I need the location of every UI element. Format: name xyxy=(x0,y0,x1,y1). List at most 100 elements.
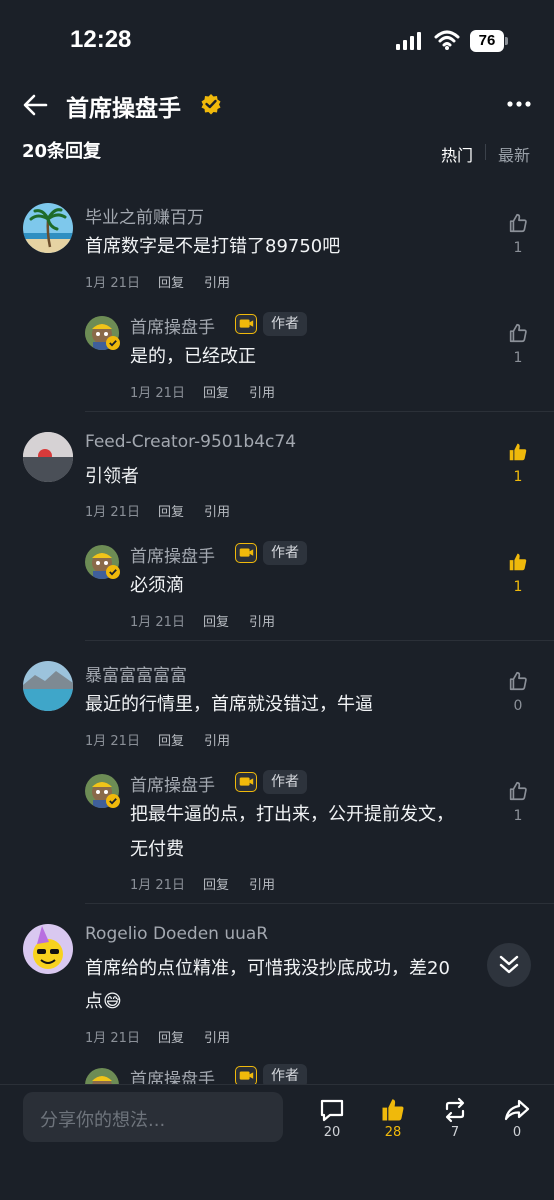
verified-small-icon xyxy=(106,565,120,579)
like-count: 1 xyxy=(513,808,523,824)
quote-button[interactable]: 引用 xyxy=(204,505,230,520)
repost-icon[interactable] xyxy=(441,1096,469,1124)
verified-badge-icon xyxy=(201,94,221,115)
thumbs-up-icon[interactable] xyxy=(507,670,529,692)
wifi-icon xyxy=(434,30,460,50)
reply-text-line-2: 无付费 xyxy=(130,839,184,860)
comment-date: 1月 21日 xyxy=(85,734,140,749)
reply-button[interactable]: 回复 xyxy=(203,386,229,401)
reply-meta: 1月 21日 回复 引用 xyxy=(130,382,275,401)
like-count: 1 xyxy=(513,350,523,366)
like-count: 1 xyxy=(513,240,523,256)
like-count: 1 xyxy=(513,469,523,485)
reply-button[interactable]: 回复 xyxy=(203,878,229,893)
double-chevron-down-icon xyxy=(499,955,519,974)
author-tag: 作者 xyxy=(263,312,307,336)
thumbs-up-filled-icon[interactable] xyxy=(507,551,529,573)
comment-username[interactable]: 暴富富富富富 xyxy=(85,661,187,686)
comment-input[interactable]: 分享你的想法... xyxy=(23,1092,283,1142)
comment-icon[interactable] xyxy=(318,1096,346,1124)
share-count: 0 xyxy=(512,1125,522,1140)
avatar-palm-beach-image xyxy=(23,203,73,253)
avatar-lake-image xyxy=(23,661,73,711)
more-options-icon[interactable] xyxy=(506,100,532,108)
comment-count: 20 xyxy=(323,1125,341,1140)
cellular-signal-icon xyxy=(396,32,421,50)
author-tag: 作者 xyxy=(263,541,307,565)
reply-button[interactable]: 回复 xyxy=(158,1031,184,1046)
back-arrow-icon[interactable] xyxy=(22,92,48,118)
comment-text: 引领者 xyxy=(85,466,139,487)
verified-small-icon xyxy=(106,794,120,808)
avatar[interactable] xyxy=(23,432,73,482)
scroll-down-button[interactable] xyxy=(487,943,531,987)
comment-text-line-2: 点😅 xyxy=(85,991,122,1012)
comment-divider xyxy=(85,903,554,904)
comment-divider xyxy=(85,640,554,641)
comment-username[interactable]: 毕业之前赚百万 xyxy=(85,203,204,228)
reply-button[interactable]: 回复 xyxy=(158,276,184,291)
reply-date: 1月 21日 xyxy=(130,615,185,630)
quote-button[interactable]: 引用 xyxy=(249,878,275,893)
comment-meta: 1月 21日 回复 引用 xyxy=(85,1027,230,1046)
battery-indicator: 76 xyxy=(470,30,508,52)
like-count: 1 xyxy=(513,579,523,595)
avatar[interactable] xyxy=(23,661,73,711)
quote-button[interactable]: 引用 xyxy=(204,1031,230,1046)
comment-date: 1月 21日 xyxy=(85,276,140,291)
comment-divider xyxy=(85,411,554,412)
reply-text: 是的，已经改正 xyxy=(130,346,256,367)
comment-meta: 1月 21日 回复 引用 xyxy=(85,730,230,749)
author-tag: 作者 xyxy=(263,770,307,794)
quote-button[interactable]: 引用 xyxy=(204,734,230,749)
reply-text-line-1: 把最牛逼的点，打出来，公开提前发文， xyxy=(130,804,454,825)
reply-date: 1月 21日 xyxy=(130,878,185,893)
reply-username[interactable]: 首席操盘手 xyxy=(130,771,215,796)
avatar-party-smiley-image xyxy=(23,924,73,974)
like-total-count: 28 xyxy=(384,1125,402,1140)
share-icon[interactable] xyxy=(503,1096,531,1124)
reply-meta: 1月 21日 回复 引用 xyxy=(130,611,275,630)
thumbs-up-filled-icon[interactable] xyxy=(379,1096,407,1124)
quote-button[interactable]: 引用 xyxy=(249,615,275,630)
thumbs-up-icon[interactable] xyxy=(507,322,529,344)
status-time: 12:28 xyxy=(70,26,132,53)
comment-meta: 1月 21日 回复 引用 xyxy=(85,501,230,520)
comment-text-line-1: 首席给的点位精准，可惜我没抄底成功，差20 xyxy=(85,958,450,979)
quote-button[interactable]: 引用 xyxy=(204,276,230,291)
quote-button[interactable]: 引用 xyxy=(249,386,275,401)
reply-date: 1月 21日 xyxy=(130,386,185,401)
reply-username[interactable]: 首席操盘手 xyxy=(130,313,215,338)
creator-badge-icon xyxy=(235,1066,257,1086)
battery-level: 76 xyxy=(470,30,504,52)
creator-badge-icon xyxy=(235,772,257,792)
reply-count: 20条回复 xyxy=(22,141,102,162)
avatar[interactable] xyxy=(23,924,73,974)
sort-divider xyxy=(485,144,486,160)
thumbs-up-filled-icon[interactable] xyxy=(507,441,529,463)
repost-count: 7 xyxy=(450,1125,460,1140)
comment-text: 首席数字是不是打错了89750吧 xyxy=(85,236,341,257)
thumbs-up-icon[interactable] xyxy=(507,780,529,802)
comment-text: 最近的行情里，首席就没错过，牛逼 xyxy=(85,694,373,715)
comment-date: 1月 21日 xyxy=(85,505,140,520)
comment-username[interactable]: Rogelio Doeden uuaR xyxy=(85,924,268,944)
avatar[interactable] xyxy=(23,203,73,253)
comment-input-placeholder: 分享你的想法... xyxy=(40,1110,166,1131)
reply-meta: 1月 21日 回复 引用 xyxy=(130,874,275,893)
comment-date: 1月 21日 xyxy=(85,1031,140,1046)
page-title: 首席操盘手 xyxy=(66,96,181,122)
like-count: 0 xyxy=(513,698,523,714)
comment-username[interactable]: Feed-Creator-9501b4c74 xyxy=(85,432,296,452)
reply-username[interactable]: 首席操盘手 xyxy=(130,542,215,567)
thumbs-up-icon[interactable] xyxy=(507,212,529,234)
reply-button[interactable]: 回复 xyxy=(158,734,184,749)
reply-button[interactable]: 回复 xyxy=(203,615,229,630)
comment-meta: 1月 21日 回复 引用 xyxy=(85,272,230,291)
verified-small-icon xyxy=(106,336,120,350)
avatar-sunset-image xyxy=(23,432,73,482)
reply-button[interactable]: 回复 xyxy=(158,505,184,520)
creator-badge-icon xyxy=(235,543,257,563)
sort-latest-tab[interactable]: 最新 xyxy=(498,142,530,166)
sort-hot-tab[interactable]: 热门 xyxy=(441,142,473,166)
